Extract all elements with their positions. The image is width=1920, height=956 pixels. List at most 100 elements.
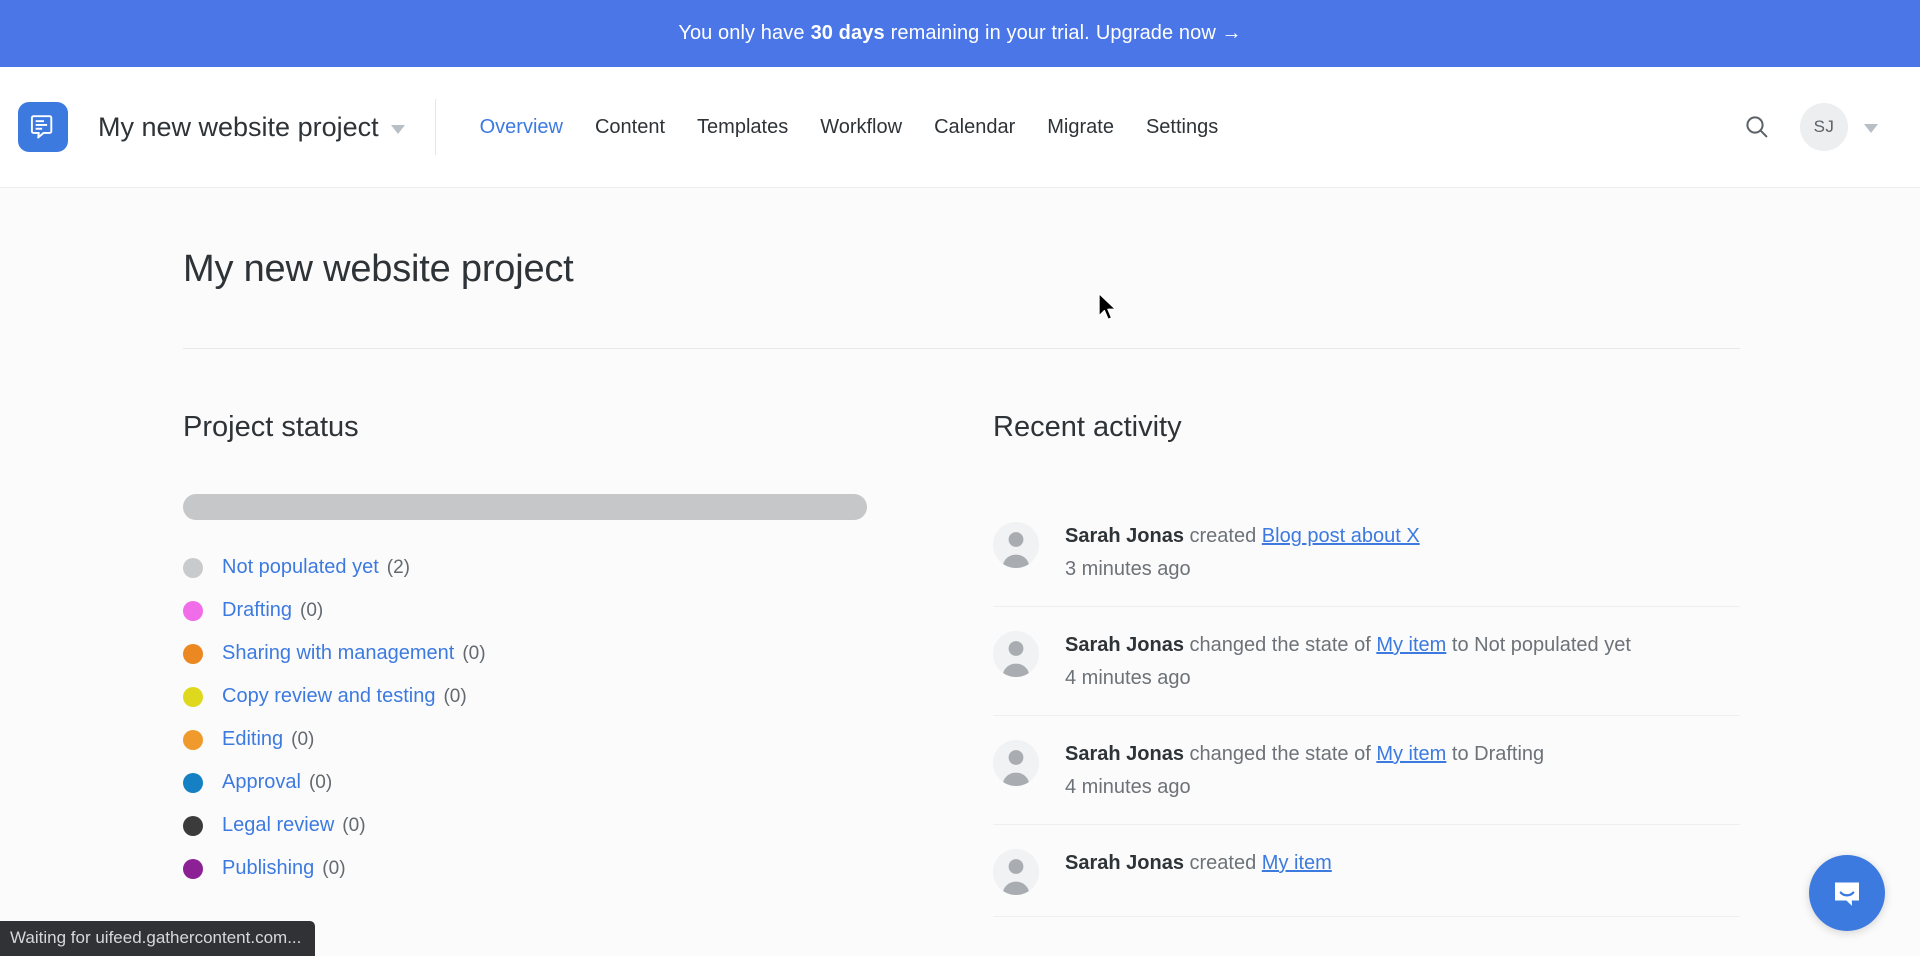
activity-verb: changed the state of (1189, 743, 1371, 765)
status-dot-icon (183, 686, 203, 707)
list-item: Sarah Jonas changed the state of My item… (993, 716, 1740, 825)
status-label: Copy review and testing (222, 685, 436, 707)
user-menu[interactable]: SJ (1800, 103, 1878, 151)
main-content: My new website project Project status No… (0, 188, 1920, 956)
avatar (993, 740, 1039, 786)
page-title: My new website project (183, 248, 574, 290)
activity-body: Sarah Jonas created Blog post about X 3 … (1065, 520, 1420, 585)
activity-text: Sarah Jonas created Blog post about X (1065, 521, 1420, 552)
avatar (993, 522, 1039, 568)
list-item: Sarah Jonas changed the state of My item… (993, 607, 1740, 716)
status-dot-icon (183, 643, 203, 664)
trial-banner-days: 30 days (810, 22, 885, 44)
status-label: Drafting (222, 599, 293, 621)
status-row-sharing-with-management[interactable]: Sharing with management (0) (183, 632, 993, 675)
trial-banner: You only have 30 days remaining in your … (0, 0, 1920, 67)
project-progress-bar (183, 494, 867, 520)
nav-item-workflow[interactable]: Workflow (804, 116, 918, 139)
activity-verb: changed the state of (1189, 634, 1371, 656)
activity-target-link[interactable]: My item (1376, 634, 1446, 656)
activity-target-link[interactable]: Blog post about X (1262, 525, 1420, 547)
list-item: Sarah Jonas created Blog post about X 3 … (993, 498, 1740, 607)
nav-item-settings[interactable]: Settings (1130, 116, 1234, 139)
status-count: (0) (291, 728, 315, 750)
activity-actor: Sarah Jonas (1065, 743, 1184, 765)
status-row-copy-review-and-testing[interactable]: Copy review and testing (0) (183, 675, 993, 718)
gathercontent-document-icon[interactable] (18, 102, 68, 152)
nav-item-content[interactable]: Content (579, 116, 681, 139)
status-count: (0) (342, 814, 366, 836)
status-dot-icon (183, 729, 203, 750)
activity-body: Sarah Jonas changed the state of My item… (1065, 738, 1544, 803)
status-count: (0) (300, 599, 324, 621)
status-count: (0) (462, 642, 486, 664)
status-count: (0) (322, 857, 346, 879)
status-row-editing[interactable]: Editing (0) (183, 718, 993, 761)
project-status-title: Project status (183, 411, 359, 443)
activity-target-link[interactable]: My item (1376, 743, 1446, 765)
avatar (993, 849, 1039, 895)
status-legend: Not populated yet (2) Drafting (0) Shari… (183, 546, 993, 890)
activity-text: Sarah Jonas changed the state of My item… (1065, 630, 1631, 661)
status-dot-icon (183, 772, 203, 793)
recent-activity-panel: Recent activity Sarah Jonas created Blog… (993, 411, 1740, 917)
project-switcher-label: My new website project (98, 111, 379, 142)
activity-actor: Sarah Jonas (1065, 852, 1184, 874)
app-header: My new website project Overview Content … (0, 67, 1920, 188)
status-dot-icon (183, 858, 203, 879)
project-status-panel: Project status Not populated yet (2) Dra… (183, 411, 993, 917)
activity-timestamp: 3 minutes ago (1065, 558, 1191, 580)
activity-body: Sarah Jonas created My item (1065, 847, 1332, 879)
nav-item-templates[interactable]: Templates (681, 116, 804, 139)
nav-item-calendar[interactable]: Calendar (918, 116, 1031, 139)
status-label: Publishing (222, 857, 315, 879)
status-label: Not populated yet (222, 556, 379, 578)
activity-text: Sarah Jonas changed the state of My item… (1065, 739, 1544, 770)
activity-suffix: to Not populated yet (1451, 634, 1631, 656)
activity-actor: Sarah Jonas (1065, 634, 1184, 656)
header-actions: SJ (1740, 103, 1898, 151)
chevron-down-icon (1864, 123, 1878, 133)
main-nav: Overview Content Templates Workflow Cale… (464, 116, 1235, 139)
overview-columns: Project status Not populated yet (2) Dra… (0, 411, 1920, 917)
status-label: Legal review (222, 814, 335, 836)
trial-banner-text-pre: You only have (678, 22, 805, 44)
chat-bubble-icon[interactable] (1809, 855, 1885, 931)
browser-status-text: Waiting for uifeed.gathercontent.com... (0, 921, 316, 956)
avatar (993, 631, 1039, 677)
activity-verb: created (1189, 852, 1257, 874)
status-row-approval[interactable]: Approval (0) (183, 761, 993, 804)
nav-item-migrate[interactable]: Migrate (1031, 116, 1130, 139)
status-row-publishing[interactable]: Publishing (0) (183, 847, 993, 890)
activity-body: Sarah Jonas changed the state of My item… (1065, 629, 1631, 694)
activity-target-link[interactable]: My item (1262, 852, 1332, 874)
activity-actor: Sarah Jonas (1065, 525, 1184, 547)
upgrade-now-link[interactable]: Upgrade now → (1096, 22, 1242, 45)
status-dot-icon (183, 815, 203, 836)
status-label: Sharing with management (222, 642, 455, 664)
search-icon[interactable] (1740, 110, 1774, 144)
status-label: Approval (222, 771, 301, 793)
status-row-legal-review[interactable]: Legal review (0) (183, 804, 993, 847)
status-dot-icon (183, 557, 203, 578)
status-count: (0) (443, 685, 467, 707)
activity-verb: created (1189, 525, 1257, 547)
trial-banner-text-post: remaining in your trial. (890, 22, 1090, 44)
recent-activity-title: Recent activity (993, 411, 1182, 443)
status-row-drafting[interactable]: Drafting (0) (183, 589, 993, 632)
avatar: SJ (1800, 103, 1848, 151)
activity-text: Sarah Jonas created My item (1065, 848, 1332, 879)
activity-timestamp: 4 minutes ago (1065, 776, 1191, 798)
status-count: (0) (308, 771, 333, 793)
list-item: Sarah Jonas created My item (993, 825, 1740, 917)
nav-item-overview[interactable]: Overview (464, 116, 579, 139)
activity-suffix: to Drafting (1451, 743, 1545, 765)
project-switcher[interactable]: My new website project (98, 112, 405, 143)
status-count: (2) (386, 556, 411, 578)
status-label: Editing (222, 728, 284, 750)
activity-timestamp: 4 minutes ago (1065, 667, 1191, 689)
status-row-not-populated-yet[interactable]: Not populated yet (2) (183, 546, 993, 589)
status-dot-icon (183, 600, 203, 621)
activity-list: Sarah Jonas created Blog post about X 3 … (993, 498, 1740, 917)
chevron-down-icon (390, 124, 405, 134)
